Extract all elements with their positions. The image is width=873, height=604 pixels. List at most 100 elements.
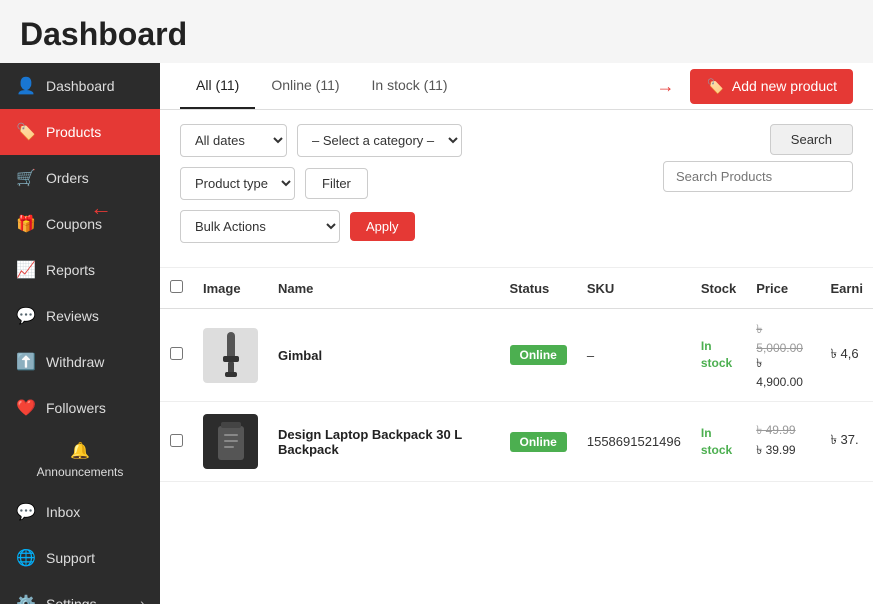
add-product-icon: 🏷️ bbox=[706, 78, 723, 95]
product-name: Design Laptop Backpack 30 L Backpack bbox=[278, 427, 462, 457]
header-stock: Stock bbox=[691, 268, 746, 309]
product-image-cell bbox=[193, 402, 268, 482]
product-type-filter[interactable]: Product type Simple Variable Grouped bbox=[180, 167, 295, 200]
sidebar-item-support[interactable]: 🌐 Support bbox=[0, 535, 160, 581]
table-row: Design Laptop Backpack 30 L Backpack Onl… bbox=[160, 402, 873, 482]
price-original: ৳ 5,000.00 bbox=[756, 321, 810, 355]
select-all-checkbox[interactable] bbox=[170, 280, 183, 293]
products-table: Image Name Status SKU Stock Price Earni bbox=[160, 268, 873, 482]
header-name: Name bbox=[268, 268, 500, 309]
announcements-icon: 🔔 bbox=[70, 441, 90, 461]
product-price-cell: ৳ 49.99 ৳ 39.99 bbox=[746, 402, 820, 482]
header-checkbox bbox=[160, 268, 193, 309]
arrow-to-add-product: → bbox=[656, 76, 674, 97]
price-current: ৳ 39.99 bbox=[756, 442, 810, 462]
sidebar-item-followers[interactable]: ❤️ Followers bbox=[0, 385, 160, 431]
sidebar-item-label: Products bbox=[46, 124, 101, 140]
sidebar-item-label: Dashboard bbox=[46, 78, 115, 94]
bulk-actions-select[interactable]: Bulk Actions Edit Delete bbox=[180, 210, 340, 243]
price-current: ৳ 4,900.00 bbox=[756, 355, 810, 389]
sidebar-item-label: Coupons bbox=[46, 216, 102, 232]
product-name-cell: Gimbal bbox=[268, 309, 500, 402]
sidebar-item-withdraw[interactable]: ⬆️ Withdraw bbox=[0, 339, 160, 385]
chevron-right-icon: › bbox=[140, 598, 144, 604]
date-filter[interactable]: All dates Today This week This month bbox=[180, 124, 287, 157]
filter-row-3: Bulk Actions Edit Delete Apply bbox=[180, 210, 853, 243]
product-sku: 1558691521496 bbox=[587, 434, 681, 449]
reviews-icon: 💬 bbox=[16, 306, 36, 326]
header-status: Status bbox=[500, 268, 577, 309]
tab-all[interactable]: All (11) bbox=[180, 63, 255, 109]
search-input[interactable] bbox=[663, 161, 853, 192]
product-stock-cell: Instock bbox=[691, 402, 746, 482]
add-new-product-button[interactable]: 🏷️ Add new product bbox=[690, 69, 853, 104]
product-earnings: ৳ 37. bbox=[830, 432, 858, 447]
row-checkbox-cell bbox=[160, 309, 193, 402]
support-icon: 🌐 bbox=[16, 548, 36, 568]
product-status-cell: Online bbox=[500, 402, 577, 482]
row-checkbox[interactable] bbox=[170, 347, 183, 360]
product-earnings-cell: ৳ 37. bbox=[820, 402, 873, 482]
apply-button[interactable]: Apply bbox=[350, 212, 415, 241]
table-header-row: Image Name Status SKU Stock Price Earni bbox=[160, 268, 873, 309]
row-checkbox[interactable] bbox=[170, 434, 183, 447]
search-area: Search bbox=[663, 124, 853, 192]
sidebar-item-label: Inbox bbox=[46, 504, 80, 520]
sidebar-item-label: Announcements bbox=[37, 465, 124, 479]
tabs-right: → 🏷️ Add new product bbox=[656, 69, 853, 104]
row-checkbox-cell bbox=[160, 402, 193, 482]
sidebar-item-dashboard[interactable]: 👤 Dashboard bbox=[0, 63, 160, 109]
product-earnings: ৳ 4,6 bbox=[830, 346, 858, 361]
products-icon: 🏷️ bbox=[16, 122, 36, 142]
sidebar: 👤 Dashboard 🏷️ Products 🛒 Orders 🎁 Coupo… bbox=[0, 63, 160, 604]
main-content: All (11) Online (11) In stock (11) → 🏷️ … bbox=[160, 63, 873, 604]
tab-in-stock[interactable]: In stock (11) bbox=[356, 63, 464, 109]
product-sku-cell: 1558691521496 bbox=[577, 402, 691, 482]
coupons-icon: 🎁 bbox=[16, 214, 36, 234]
sidebar-item-label: Reviews bbox=[46, 308, 99, 324]
sidebar-item-label: Support bbox=[46, 550, 95, 566]
table-body: Gimbal Online – Instock ৳ 5,000.00 ৳ 4,9… bbox=[160, 309, 873, 482]
sidebar-item-label: Reports bbox=[46, 262, 95, 278]
page-title: Dashboard bbox=[0, 0, 873, 63]
product-status-cell: Online bbox=[500, 309, 577, 402]
product-image bbox=[203, 414, 258, 469]
product-name-cell: Design Laptop Backpack 30 L Backpack bbox=[268, 402, 500, 482]
sidebar-item-reviews[interactable]: 💬 Reviews bbox=[0, 293, 160, 339]
header-sku: SKU bbox=[577, 268, 691, 309]
sidebar-item-coupons[interactable]: 🎁 Coupons bbox=[0, 201, 160, 247]
product-earnings-cell: ৳ 4,6 bbox=[820, 309, 873, 402]
sidebar-item-inbox[interactable]: 💬 Inbox bbox=[0, 489, 160, 535]
inbox-icon: 💬 bbox=[16, 502, 36, 522]
search-button[interactable]: Search bbox=[770, 124, 853, 155]
sidebar-item-label: Settings bbox=[46, 596, 97, 604]
sidebar-item-announcements[interactable]: 🔔 Announcements bbox=[0, 431, 160, 489]
sidebar-item-label: Followers bbox=[46, 400, 106, 416]
orders-icon: 🛒 bbox=[16, 168, 36, 188]
product-sku: – bbox=[587, 348, 594, 363]
sidebar-item-settings[interactable]: ⚙️ Settings › bbox=[0, 581, 160, 604]
status-badge: Online bbox=[510, 345, 567, 365]
tabs-list: All (11) Online (11) In stock (11) bbox=[180, 63, 464, 109]
sidebar-item-products[interactable]: 🏷️ Products bbox=[0, 109, 160, 155]
price-original: ৳ 49.99 bbox=[756, 422, 810, 442]
category-filter[interactable]: – Select a category – bbox=[297, 124, 462, 157]
sidebar-item-reports[interactable]: 📈 Reports bbox=[0, 247, 160, 293]
product-stock: Instock bbox=[701, 426, 732, 457]
filter-button[interactable]: Filter bbox=[305, 168, 368, 199]
tab-online[interactable]: Online (11) bbox=[255, 63, 355, 109]
filters-area: All dates Today This week This month – S… bbox=[160, 110, 873, 268]
product-name: Gimbal bbox=[278, 348, 322, 363]
tabs-bar: All (11) Online (11) In stock (11) → 🏷️ … bbox=[160, 63, 873, 110]
product-price-cell: ৳ 5,000.00 ৳ 4,900.00 bbox=[746, 309, 820, 402]
product-stock-cell: Instock bbox=[691, 309, 746, 402]
product-stock: Instock bbox=[701, 339, 732, 370]
sidebar-item-orders[interactable]: 🛒 Orders bbox=[0, 155, 160, 201]
header-image: Image bbox=[193, 268, 268, 309]
add-product-label: Add new product bbox=[732, 78, 837, 94]
withdraw-icon: ⬆️ bbox=[16, 352, 36, 372]
reports-icon: 📈 bbox=[16, 260, 36, 280]
product-image-cell bbox=[193, 309, 268, 402]
status-badge: Online bbox=[510, 432, 567, 452]
product-sku-cell: – bbox=[577, 309, 691, 402]
